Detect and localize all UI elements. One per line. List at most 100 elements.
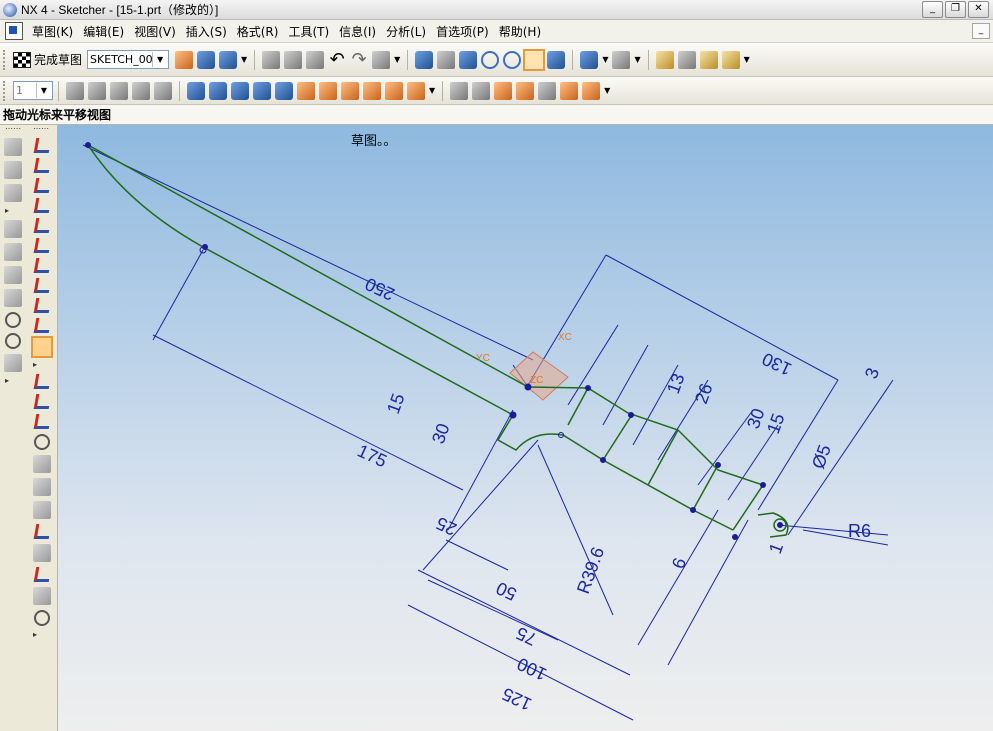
chevron-down-icon[interactable]: ▼ — [604, 86, 610, 95]
toolbar-grip[interactable] — [3, 49, 9, 70]
constraint-icon-9[interactable] — [363, 81, 381, 100]
parallel-dimension-icon[interactable] — [33, 198, 51, 213]
vertex-point[interactable] — [628, 412, 634, 418]
dim-label[interactable]: 3 — [861, 365, 883, 381]
constraint-icon-8[interactable] — [341, 81, 359, 100]
analysis-icon-7[interactable] — [582, 81, 601, 100]
point-tool-icon[interactable] — [4, 354, 22, 372]
vertex-point[interactable] — [600, 457, 606, 463]
dim-label[interactable]: 125 — [499, 684, 535, 715]
point-set-icon[interactable] — [33, 587, 51, 605]
copy-to-layer-icon[interactable] — [721, 50, 740, 69]
constraint-icon-4[interactable] — [253, 81, 271, 100]
chevron-down-icon[interactable]: ▼ — [394, 55, 400, 64]
menu-insert[interactable]: 插入(S) — [181, 23, 232, 40]
constraint-icon-7[interactable] — [319, 81, 337, 100]
circle-tool-icon[interactable] — [5, 312, 21, 328]
perpendicular-dimension-icon[interactable] — [33, 218, 51, 233]
paste-icon[interactable] — [306, 50, 325, 69]
feature-icon-4[interactable] — [154, 81, 172, 100]
dim-label[interactable]: 250 — [362, 274, 398, 305]
arc-icon[interactable] — [33, 414, 51, 429]
document-icon[interactable] — [5, 22, 23, 40]
circle-icon[interactable] — [34, 434, 50, 450]
analysis-icon-4[interactable] — [516, 81, 535, 100]
sketch-orient-icon[interactable] — [175, 50, 194, 69]
chevron-down-icon[interactable]: ▼ — [744, 55, 750, 64]
ellipse-icon[interactable] — [34, 610, 50, 626]
ring-tool-icon[interactable] — [5, 333, 21, 349]
vertex-point[interactable] — [715, 462, 721, 468]
constraint-icon-5[interactable] — [275, 81, 293, 100]
studio-spline-icon[interactable] — [33, 567, 51, 582]
rectangle-icon[interactable] — [33, 544, 51, 562]
horizontal-dimension-icon[interactable] — [33, 158, 51, 173]
constraint-tool-icon[interactable] — [33, 318, 51, 333]
undo-icon[interactable]: ↶ — [328, 50, 346, 69]
menu-help[interactable]: 帮助(H) — [494, 23, 546, 40]
zoom-icon[interactable] — [481, 50, 500, 69]
feature-icon-1[interactable] — [88, 81, 106, 100]
toolbar-grip[interactable]: ⋯⋯ — [33, 125, 54, 133]
vertex-point[interactable] — [509, 411, 517, 419]
fillet-icon[interactable] — [33, 524, 51, 539]
graphics-window[interactable]: 草图。。 250 15 30 130 175 13 26 30 15 3 Ø5 … — [58, 125, 993, 731]
curve-tool-icon[interactable] — [33, 374, 51, 389]
dimension-icon[interactable] — [33, 138, 51, 153]
feature-icon-2[interactable] — [110, 81, 128, 100]
pan-icon[interactable] — [523, 48, 546, 71]
dim-label[interactable]: 30 — [428, 421, 454, 447]
restore-button[interactable]: ❐ — [945, 1, 966, 18]
radius-dimension-icon[interactable] — [33, 278, 51, 293]
perimeter-dimension-icon[interactable] — [33, 298, 51, 313]
dim-label[interactable]: 26 — [691, 381, 717, 407]
constraint-icon-10[interactable] — [385, 81, 403, 100]
layer-cat-icon[interactable] — [66, 81, 84, 100]
dim-label[interactable]: 100 — [514, 654, 550, 685]
vertex-point[interactable] — [585, 385, 591, 391]
doc-minimize-button[interactable]: _ — [972, 23, 990, 39]
analysis-icon-3[interactable] — [494, 81, 513, 100]
zoom-area-icon[interactable] — [459, 50, 478, 69]
analysis-icon-6[interactable] — [560, 81, 579, 100]
arc-tool-icon[interactable] — [4, 289, 22, 307]
feature-icon-3[interactable] — [132, 81, 150, 100]
work-layer-select[interactable]: 1 ▼ — [13, 81, 53, 100]
shaded-view-icon[interactable] — [580, 50, 599, 69]
vertex-point[interactable] — [732, 534, 738, 540]
dim-label[interactable]: 13 — [663, 371, 689, 397]
more-icon[interactable]: ▸ — [33, 361, 54, 369]
trim-icon[interactable] — [33, 455, 51, 473]
constraint-icon-3[interactable] — [231, 81, 249, 100]
reattach-icon[interactable] — [197, 50, 216, 69]
analysis-icon-2[interactable] — [472, 81, 491, 100]
chevron-down-icon[interactable]: ▼ — [634, 55, 640, 64]
analysis-icon-5[interactable] — [538, 81, 557, 100]
minimize-button[interactable]: _ — [922, 1, 943, 18]
menu-tools[interactable]: 工具(T) — [283, 23, 334, 40]
more-icon[interactable]: ▸ — [5, 377, 24, 385]
layer-visibility-icon[interactable] — [677, 50, 696, 69]
vertex-point[interactable] — [85, 142, 91, 148]
profile-tool-icon[interactable] — [4, 243, 22, 261]
more-icon[interactable]: ▸ — [5, 207, 24, 215]
dim-label[interactable]: 6 — [668, 555, 690, 571]
sketch-name-select[interactable]: SKETCH_000 ▼ — [87, 50, 170, 69]
vertex-point[interactable] — [777, 522, 783, 528]
toolbar-grip[interactable]: ⋯⋯ — [5, 125, 24, 133]
menu-analysis[interactable]: 分析(L) — [381, 23, 431, 40]
dim-label[interactable]: 25 — [433, 513, 460, 540]
constraint-icon-1[interactable] — [187, 81, 205, 100]
menu-preferences[interactable]: 首选项(P) — [431, 23, 494, 40]
selection-filter-icon[interactable] — [372, 50, 391, 69]
constraint-icon-2[interactable] — [209, 81, 227, 100]
analysis-icon-1[interactable] — [450, 81, 469, 100]
quick-trim-icon[interactable] — [33, 501, 51, 519]
constraint-icon-6[interactable] — [297, 81, 315, 100]
chevron-down-icon[interactable]: ▼ — [602, 55, 608, 64]
dim-label[interactable]: 50 — [493, 578, 520, 605]
toolbar-grip[interactable] — [3, 80, 9, 101]
fit-view-icon[interactable] — [415, 50, 434, 69]
menu-format[interactable]: 格式(R) — [232, 23, 284, 40]
angular-dimension-icon[interactable] — [33, 238, 51, 253]
